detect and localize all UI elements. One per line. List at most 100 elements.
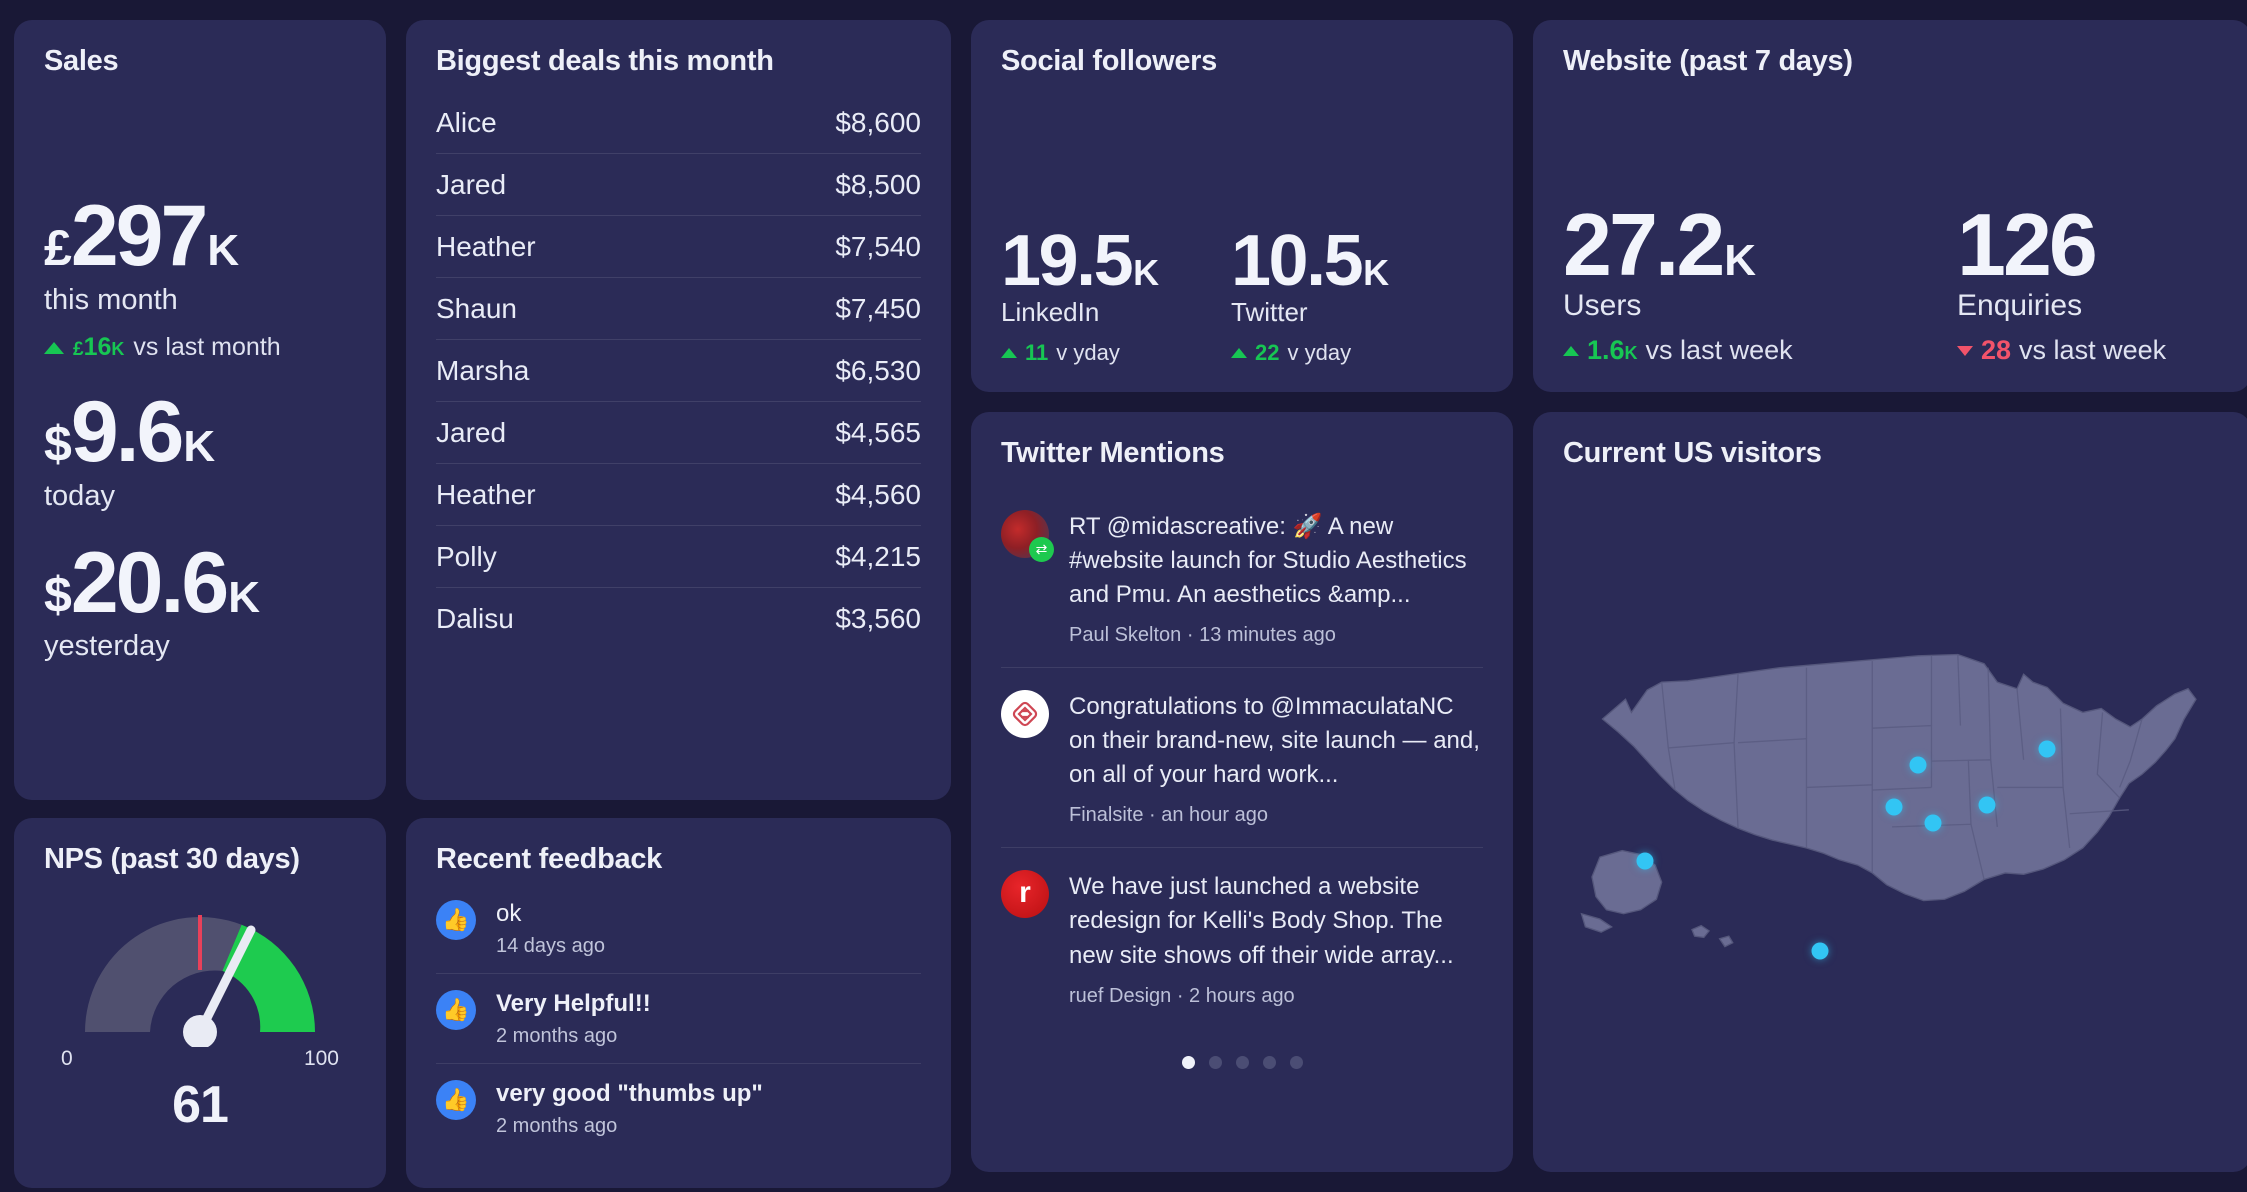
list-item[interactable]: 👍 Very Helpful!! 2 months ago [436,974,921,1064]
pagination-dot-4[interactable] [1262,1055,1276,1069]
delta-value: £16K [73,333,124,362]
delta-text: vs last month [133,333,281,362]
twitter-mentions-card[interactable]: Twitter Mentions ⇄ RT @midascreative: 🚀 … [971,412,1513,1172]
visitor-dot[interactable] [1811,942,1829,960]
thumbs-up-icon: 👍 [436,899,476,940]
social-kpi-linkedin: 19.5 K LinkedIn 11 v yday [1001,224,1187,366]
users-value: 27.2 K [1563,201,1913,289]
feedback-time: 2 months ago [496,1114,618,1137]
us-visitors-card-title: Current US visitors [1563,437,1822,469]
carousel-pagination[interactable] [1001,1055,1483,1069]
currency-symbol: $ [44,566,72,623]
sales-metrics: £297 K this month £16K vs last month $9.6… [44,86,356,774]
delta-text: v yday [1287,340,1352,365]
deal-amount: $6,530 [835,354,921,386]
current-us-visitors-card[interactable]: Current US visitors [1533,412,2247,1172]
sales-yesterday-label: yesterday [44,630,170,663]
sales-metric-this-month: £297 K this month £16K vs last month [44,194,356,362]
tweet-body: RT @midascreative: 🚀 A new #website laun… [1069,510,1483,647]
table-row[interactable]: Jared $4,565 [436,402,921,464]
list-item[interactable]: Congratulations to @ImmaculataNC on thei… [1001,668,1483,849]
table-row[interactable]: Shaun $7,450 [436,278,921,340]
visitor-dot[interactable] [1636,852,1654,870]
website-kpi-users: 27.2 K Users 1.6K vs last week [1563,201,1913,366]
retweet-icon: ⇄ [1029,536,1054,562]
deal-name: Marsha [436,354,530,386]
list-item[interactable]: 👍 very good "thumbs up" 2 months ago [436,1064,921,1153]
twitter-mentions-card-title: Twitter Mentions [1001,437,1225,469]
visitor-dot[interactable] [1885,798,1903,816]
sales-card[interactable]: Sales £297 K this month £16K vs last mont… [14,20,386,800]
social-kpi-twitter: 10.5 K Twitter 22 v yday [1231,224,1417,366]
delta-number: 16 [83,333,112,362]
value: 126 [1957,195,2098,295]
feedback-text: Very Helpful!! [496,989,651,1017]
list-item[interactable]: 👍 ok 14 days ago [436,884,921,974]
twitter-value: 10.5 K [1231,224,1417,296]
table-row[interactable]: Alice $8,600 [436,92,921,154]
list-item[interactable]: r We have just launched a website redesi… [1001,848,1483,1027]
website-kpi-row: 27.2 K Users 1.6K vs last week 126 Enquir… [1563,201,2221,366]
pagination-dot-3[interactable] [1235,1055,1249,1069]
visitor-dot[interactable] [2038,740,2056,758]
unit-suffix: K [1133,251,1159,293]
visitor-dot[interactable] [1924,814,1942,832]
deal-name: Polly [436,540,497,572]
gauge-scale-labels: 0 100 [55,1047,345,1073]
deal-amount: $8,600 [835,106,921,138]
feedback-time: 14 days ago [496,934,605,957]
gauge-green-band [222,924,315,1032]
tweet-meta: Paul Skelton · 13 minutes ago [1069,624,1336,647]
tweet-meta: ruef Design · 2 hours ago [1069,984,1295,1007]
deal-amount: $7,540 [835,230,921,262]
table-row[interactable]: Marsha $6,530 [436,340,921,402]
website-card[interactable]: Website (past 7 days) 27.2 K Users 1.6K v… [1533,20,2247,392]
visitor-dot[interactable] [1909,756,1927,774]
nps-gauge: 0 100 61 [44,882,356,1135]
table-row[interactable]: Dalisu $3,560 [436,588,921,649]
table-row[interactable]: Jared $8,500 [436,154,921,216]
tweet-text: RT @midascreative: 🚀 A new #website laun… [1069,512,1467,609]
pagination-dot-5[interactable] [1289,1055,1303,1069]
delta-currency: £ [73,339,84,361]
linkedin-value: 19.5 K [1001,224,1187,296]
gauge-track-band [85,916,242,1032]
visitor-dot[interactable] [1978,796,1996,814]
table-row[interactable]: Heather $4,560 [436,464,921,526]
tweet-body: Congratulations to @ImmaculataNC on thei… [1069,690,1483,827]
tweet-text: Congratulations to @ImmaculataNC on thei… [1069,693,1480,789]
twitter-delta: 22 v yday [1231,340,1417,366]
pagination-dot-2[interactable] [1208,1055,1222,1069]
feedback-text: very good "thumbs up" [496,1079,763,1107]
social-followers-card-title: Social followers [1001,45,1217,77]
feedback-list: 👍 ok 14 days ago 👍 Very Helpful!! 2 mont… [436,884,921,1153]
social-followers-card[interactable]: Social followers 19.5 K LinkedIn 11 v yda… [971,20,1513,392]
biggest-deals-card[interactable]: Biggest deals this month Alice $8,600 Jar… [406,20,951,800]
finalsite-logo-icon [1012,701,1038,727]
twitter-mentions-list: ⇄ RT @midascreative: 🚀 A new #website la… [1001,488,1483,1028]
pagination-dot-1[interactable] [1181,1055,1195,1069]
sales-this-month-delta: £16K vs last month [44,333,356,362]
website-kpi-enquiries: 126 Enquiries 28 vs last week [1957,195,2247,366]
delta-value: 1.6K [1587,335,1638,366]
deal-name: Shaun [436,292,517,324]
nps-card-title: NPS (past 30 days) [44,843,300,875]
deal-amount: $4,560 [835,478,921,510]
sales-this-month-value: £297 K [44,194,356,280]
unit-suffix: K [228,572,260,622]
delta-text: v yday [1056,340,1120,365]
deal-amount: $4,215 [835,540,921,572]
thumbs-up-icon: 👍 [436,989,476,1030]
deal-name: Heather [436,478,536,510]
deals-list: Alice $8,600 Jared $8,500 Heather $7,540 Sh… [436,92,921,649]
recent-feedback-card[interactable]: Recent feedback 👍 ok 14 days ago 👍 Very … [406,818,951,1188]
feedback-time: 2 months ago [496,1024,618,1047]
us-map[interactable] [1563,474,2221,1114]
currency-symbol: £ [44,220,72,277]
table-row[interactable]: Heather $7,540 [436,216,921,278]
nps-value: 61 [172,1075,229,1134]
nps-card[interactable]: NPS (past 30 days) 0 100 61 [14,818,386,1188]
trend-up-icon [1231,348,1247,358]
table-row[interactable]: Polly $4,215 [436,526,921,588]
list-item[interactable]: ⇄ RT @midascreative: 🚀 A new #website la… [1001,488,1483,669]
